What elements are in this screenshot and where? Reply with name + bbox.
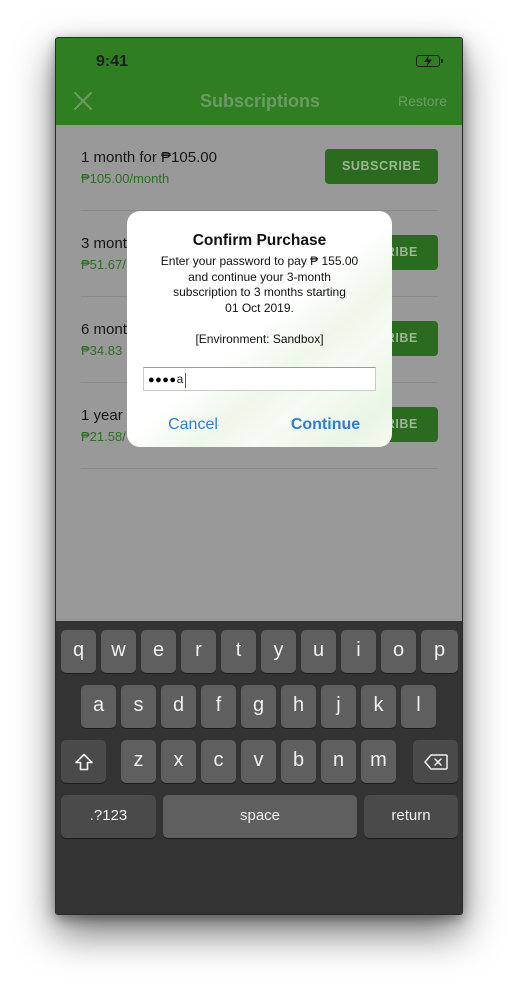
continue-button[interactable]: Continue	[259, 416, 392, 434]
key-r[interactable]: r	[181, 630, 216, 673]
key-o[interactable]: o	[381, 630, 416, 673]
key-g[interactable]: g	[241, 685, 276, 728]
text-caret	[184, 372, 187, 388]
confirm-purchase-dialog: Confirm Purchase Enter your password to …	[127, 211, 392, 447]
key-f[interactable]: f	[201, 685, 236, 728]
backspace-icon	[423, 753, 448, 770]
key-p[interactable]: p	[421, 630, 458, 673]
subscription-title: 3 mont	[81, 235, 127, 252]
key-b[interactable]: b	[281, 740, 316, 783]
key-n[interactable]: n	[321, 740, 356, 783]
phone-screen: 9:41 Subscriptions Restore 1 month for ₱…	[55, 37, 463, 915]
key-z[interactable]: z	[121, 740, 156, 783]
battery-charging-icon	[416, 55, 443, 67]
subscription-price: ₱21.58/	[81, 429, 126, 444]
key-c[interactable]: c	[201, 740, 236, 783]
key-e[interactable]: e	[141, 630, 176, 673]
dialog-message: Enter your password to pay ₱ 155.00 and …	[160, 254, 359, 315]
key-h[interactable]: h	[281, 685, 316, 728]
environment-label: [Environment: Sandbox]	[195, 332, 324, 346]
shift-icon	[74, 753, 93, 770]
navigation-bar: 9:41 Subscriptions Restore	[56, 38, 462, 125]
subscription-price: ₱51.67/	[81, 257, 126, 272]
dialog-title: Confirm Purchase	[192, 232, 327, 249]
keyboard: q w e r t y u i o p a s d f g h j k l z …	[56, 621, 462, 914]
key-a[interactable]: a	[81, 685, 116, 728]
key-v[interactable]: v	[241, 740, 276, 783]
shift-key[interactable]	[61, 740, 106, 783]
key-l[interactable]: l	[401, 685, 436, 728]
password-input[interactable]: ●●●●a	[143, 367, 376, 391]
key-i[interactable]: i	[341, 630, 376, 673]
key-u[interactable]: u	[301, 630, 336, 673]
restore-button[interactable]: Restore	[398, 93, 447, 109]
delete-key[interactable]	[413, 740, 458, 783]
key-m[interactable]: m	[361, 740, 396, 783]
space-key[interactable]: space	[163, 795, 357, 838]
key-j[interactable]: j	[321, 685, 356, 728]
key-k[interactable]: k	[361, 685, 396, 728]
key-t[interactable]: t	[221, 630, 256, 673]
subscribe-button[interactable]: SUBSCRIBE	[325, 149, 438, 184]
key-s[interactable]: s	[121, 685, 156, 728]
subscription-title: 6 mont	[81, 321, 127, 338]
key-d[interactable]: d	[161, 685, 196, 728]
password-last-char: a	[176, 372, 184, 386]
key-y[interactable]: y	[261, 630, 296, 673]
subscription-price: ₱34.83	[81, 343, 123, 358]
subscription-price: ₱105.00/month	[81, 171, 170, 186]
password-masked-text: ●●●●	[148, 374, 177, 386]
numbers-key[interactable]: .?123	[61, 795, 156, 838]
key-x[interactable]: x	[161, 740, 196, 783]
return-key[interactable]: return	[364, 795, 458, 838]
key-q[interactable]: q	[61, 630, 96, 673]
subscription-title: 1 month for ₱105.00	[81, 149, 217, 166]
key-w[interactable]: w	[101, 630, 136, 673]
subscription-row-1-month: 1 month for ₱105.00 ₱105.00/month SUBSCR…	[81, 125, 438, 211]
status-time: 9:41	[96, 53, 129, 70]
subscription-title: 1 year	[81, 407, 123, 424]
cancel-button[interactable]: Cancel	[127, 416, 259, 434]
